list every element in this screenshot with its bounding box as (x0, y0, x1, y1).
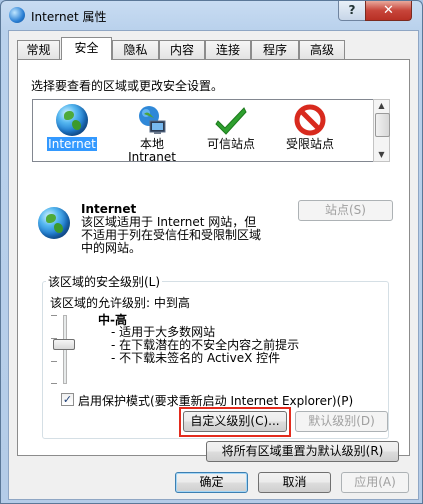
reset-all-zones-button[interactable]: 将所有区域重置为默认级别(R) (206, 441, 399, 462)
slider-tick (51, 315, 57, 316)
scroll-down-icon[interactable]: ▼ (374, 149, 389, 161)
security-level-slider-thumb[interactable] (53, 339, 75, 350)
zone-restricted-sites[interactable]: 受限站点 (275, 100, 345, 151)
security-level-group-title: 该区域的安全级别(L) (46, 273, 163, 290)
sites-button[interactable]: 站点(S) (298, 200, 393, 221)
allowed-level-label: 该区域的允许级别: 中到高 (50, 296, 190, 310)
dialog-window: Internet 属性 ? ✕ 常规 安全 隐私 内容 连接 程序 高级 选择要… (0, 0, 423, 504)
scroll-thumb[interactable] (375, 113, 390, 137)
zone-internet-label: Internet (47, 137, 97, 151)
highlight-box (179, 407, 291, 437)
zone-internet[interactable]: Internet (37, 100, 107, 151)
local-intranet-icon (136, 104, 168, 136)
zone-trusted-label: 可信站点 (206, 137, 255, 151)
zone-trusted-sites[interactable]: 可信站点 (196, 100, 266, 151)
zone-desc-line: 中的网站。 (81, 241, 142, 255)
globe-icon (56, 104, 88, 136)
slider-tick (51, 383, 57, 384)
protected-mode-checkbox[interactable]: ✓ (61, 393, 74, 406)
trusted-check-icon (215, 104, 247, 136)
selected-zone-name: Internet (81, 202, 137, 216)
zone-restricted-label: 受限站点 (285, 137, 334, 151)
selected-zone-description: 该区域适用于 Internet 网站，但 不适用于列在受信任和受限制区域 中的网… (81, 216, 261, 255)
zone-instruction: 选择要查看的区域或更改安全设置。 (31, 79, 224, 93)
tab-security[interactable]: 安全 (61, 37, 112, 60)
zone-local-intranet[interactable]: 本地 Intranet (117, 100, 187, 164)
security-panel: 选择要查看的区域或更改安全设置。 Internet 本地 Intranet 可信… (17, 59, 410, 462)
zone-scrollbar[interactable]: ▲ ▼ (373, 99, 390, 162)
restricted-no-icon (294, 104, 326, 136)
default-level-button[interactable]: 默认级别(D) (295, 411, 388, 432)
scroll-up-icon[interactable]: ▲ (374, 100, 389, 112)
zone-local-label-2: Intranet (128, 150, 176, 164)
slider-tick (51, 361, 57, 362)
level-description: - 适用于大多数网站 - 在下载潜在的不安全内容之前提示 - 不下载未签名的 A… (111, 326, 299, 365)
zone-list[interactable]: Internet 本地 Intranet 可信站点 受限站点 (32, 99, 387, 164)
dialog-client: 常规 安全 隐私 内容 连接 程序 高级 选择要查看的区域或更改安全设置。 In… (8, 30, 419, 500)
level-bullet: - 不下载未签名的 ActiveX 控件 (111, 351, 281, 365)
selected-zone-globe-icon (38, 207, 70, 239)
